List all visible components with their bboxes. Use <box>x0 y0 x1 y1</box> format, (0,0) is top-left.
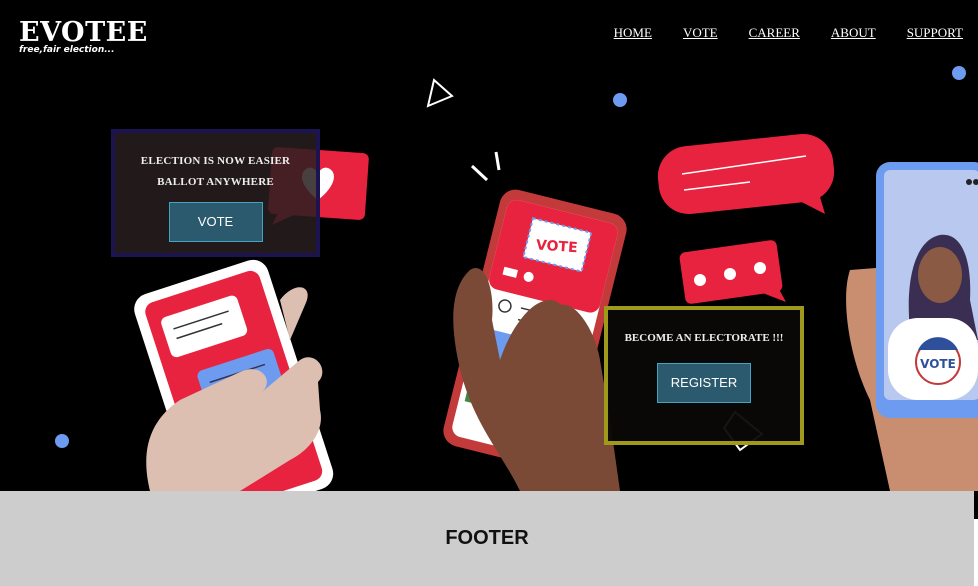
decor-dot <box>952 66 966 80</box>
decor-dot <box>55 434 69 448</box>
callout-line-1: ELECTION IS NOW EASIER <box>140 155 291 167</box>
decor-dot <box>613 93 627 107</box>
nav-support[interactable]: SUPPORT <box>907 25 963 41</box>
play-triangle-icon <box>426 78 454 108</box>
speech-bubble-icon <box>657 133 835 215</box>
footer-text: FOOTER <box>445 527 529 549</box>
register-callout: BECOME AN ELECTORATE !!! REGISTER <box>604 306 804 445</box>
vote-badge-text: VOTE <box>920 357 956 371</box>
register-line: BECOME AN ELECTORATE !!! <box>624 332 784 344</box>
page-edge <box>974 519 978 586</box>
election-callout: ELECTION IS NOW EASIER BALLOT ANYWHERE V… <box>111 129 320 257</box>
callout-line-2: BALLOT ANYWHERE <box>157 176 274 188</box>
nav-career[interactable]: CAREER <box>749 25 800 41</box>
nav-vote[interactable]: VOTE <box>683 25 718 41</box>
vote-button[interactable]: VOTE <box>168 202 263 242</box>
nav-home[interactable]: HOME <box>614 25 652 41</box>
typing-bubble <box>679 240 786 304</box>
register-button[interactable]: REGISTER <box>657 363 751 403</box>
brand-logo[interactable]: EVOTEE free,fair election... <box>19 17 148 55</box>
nav-about[interactable]: ABOUT <box>831 25 876 41</box>
vote-sticker-text: VOTE <box>535 237 578 256</box>
main-nav: HOME VOTE CAREER ABOUT SUPPORT <box>614 25 963 41</box>
footer: FOOTER <box>0 491 974 586</box>
right-phone: VOTE <box>846 162 978 491</box>
hero-section: VOTE VOTE EVOTEE free,fair election... H… <box>0 0 978 491</box>
